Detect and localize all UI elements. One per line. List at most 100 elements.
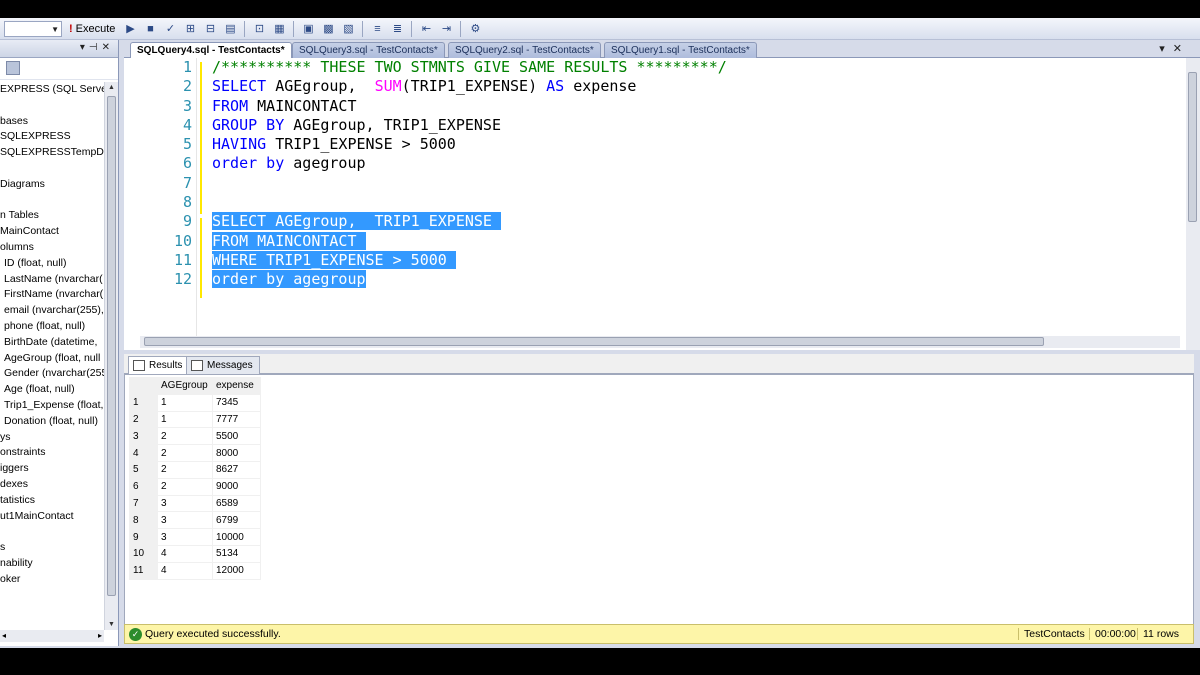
grid-cell[interactable]: 10000 <box>212 528 261 546</box>
grid-cell[interactable]: 8627 <box>212 460 261 479</box>
column-header-agegroup[interactable]: AGEgroup <box>157 377 213 395</box>
tab-strip-controls[interactable]: ▾✕ <box>1159 42 1190 55</box>
row-number-cell[interactable]: 10 <box>129 544 158 563</box>
tree-item[interactable]: Diagrams <box>0 177 104 193</box>
tree-item[interactable] <box>0 524 104 540</box>
grid-cell[interactable]: 1 <box>157 410 213 429</box>
tree-item[interactable] <box>0 193 104 209</box>
tree-item[interactable]: Gender (nvarchar(255 <box>0 366 104 382</box>
query-designer-icon[interactable]: ⊟ <box>202 21 218 37</box>
tree-item[interactable]: email (nvarchar(255), <box>0 303 104 319</box>
include-plan-icon[interactable]: ⊡ <box>251 21 267 37</box>
tree-item[interactable]: EXPRESS (SQL Server 1( <box>0 82 104 98</box>
results-to-grid-icon[interactable]: ▩ <box>320 21 336 37</box>
tree-item[interactable]: Donation (float, null) <box>0 414 104 430</box>
scroll-up-icon[interactable]: ▲ <box>108 84 115 91</box>
row-number-cell[interactable]: 9 <box>129 528 158 546</box>
tab-messages[interactable]: Messages <box>186 356 260 374</box>
grid-cell[interactable]: 3 <box>157 511 213 530</box>
display-plan-icon[interactable]: ⊞ <box>182 21 198 37</box>
tree-item[interactable]: ut1MainContact <box>0 509 104 525</box>
editor-vertical-scrollbar[interactable] <box>1186 58 1200 350</box>
uncomment-icon[interactable]: ≣ <box>389 21 405 37</box>
tab-sqlquery1[interactable]: SQLQuery1.sql - TestContacts* <box>604 42 757 58</box>
table-row[interactable]: 10 4 5134 <box>129 544 261 563</box>
scroll-thumb[interactable] <box>1188 72 1197 222</box>
table-row[interactable]: 3 2 5500 <box>129 427 261 446</box>
grid-cell[interactable]: 2 <box>157 477 213 496</box>
tree-item[interactable]: ID (float, null) <box>0 256 104 272</box>
code-line[interactable]: /********** THESE TWO STMNTS GIVE SAME R… <box>212 58 1172 77</box>
scroll-down-icon[interactable]: ▼ <box>108 621 115 628</box>
client-stats-icon[interactable]: ▦ <box>271 21 287 37</box>
tree-item[interactable]: phone (float, null) <box>0 319 104 335</box>
code-line[interactable]: FROM MAINCONTACT <box>212 97 1172 116</box>
tab-sqlquery4[interactable]: SQLQuery4.sql - TestContacts* <box>130 42 292 59</box>
column-header-expense[interactable]: expense <box>212 377 261 395</box>
tree-item[interactable]: n Tables <box>0 208 104 224</box>
grid-cell[interactable]: 9000 <box>212 477 261 496</box>
grid-cell[interactable]: 1 <box>157 393 213 412</box>
grid-cell[interactable]: 12000 <box>212 561 261 580</box>
query-editor[interactable]: 1 2 3 4 5 6 7 8 9 10 11 12 /********** THESE TWO ST… <box>124 58 1200 350</box>
explorer-horizontal-scrollbar[interactable]: ◂ ▸ <box>0 630 104 642</box>
grid-cell[interactable]: 5500 <box>212 427 261 446</box>
tab-sqlquery3[interactable]: SQLQuery3.sql - TestContacts* <box>292 42 445 58</box>
tree-item[interactable]: nability <box>0 556 104 572</box>
debug-icon[interactable]: ▶ <box>122 21 138 37</box>
tree-item[interactable]: dexes <box>0 477 104 493</box>
tree-item[interactable]: s <box>0 540 104 556</box>
grid-cell[interactable]: 7345 <box>212 393 261 412</box>
explorer-vertical-scrollbar[interactable]: ▲ ▼ <box>104 82 118 630</box>
results-to-text-icon[interactable]: ▣ <box>300 21 316 37</box>
tree-item[interactable]: Trip1_Expense (float, <box>0 398 104 414</box>
grid-cell[interactable]: 7777 <box>212 410 261 429</box>
tree-item[interactable] <box>0 98 104 114</box>
grid-cell[interactable]: 3 <box>157 528 213 546</box>
grid-cell[interactable]: 6589 <box>212 494 261 513</box>
editor-horizontal-scrollbar[interactable] <box>140 336 1180 348</box>
execute-button[interactable]: ! Execute <box>66 23 118 35</box>
table-row[interactable]: 11 4 12000 <box>129 561 261 580</box>
grid-cell[interactable]: 3 <box>157 494 213 513</box>
tree-item[interactable]: Age (float, null) <box>0 382 104 398</box>
stop-icon[interactable]: ■ <box>142 21 158 37</box>
row-number-cell[interactable]: 4 <box>129 444 158 462</box>
row-number-cell[interactable]: 11 <box>129 561 158 580</box>
connect-icon[interactable] <box>6 61 20 75</box>
row-number-cell[interactable]: 8 <box>129 511 158 530</box>
comment-icon[interactable]: ≡ <box>369 21 385 37</box>
tree-item[interactable]: oker <box>0 572 104 588</box>
tree-item[interactable]: BirthDate (datetime, <box>0 335 104 351</box>
code-line[interactable] <box>212 174 1172 193</box>
table-row[interactable]: 7 3 6589 <box>129 494 261 513</box>
specify-values-icon[interactable]: ⚙ <box>467 21 483 37</box>
increase-indent-icon[interactable]: ⇥ <box>438 21 454 37</box>
tree-item[interactable]: bases <box>0 114 104 130</box>
code-line[interactable]: WHERE TRIP1_EXPENSE > 5000 <box>212 250 1172 270</box>
tree-item[interactable] <box>0 161 104 177</box>
database-dropdown[interactable]: ▼ <box>4 20 62 37</box>
table-row[interactable]: 8 3 6799 <box>129 511 261 530</box>
tree-item[interactable]: tatistics <box>0 493 104 509</box>
code-line[interactable]: SELECT AGEgroup, SUM(TRIP1_EXPENSE) AS e… <box>212 77 1172 96</box>
row-number-cell[interactable]: 5 <box>129 460 158 479</box>
row-number-cell[interactable]: 3 <box>129 427 158 446</box>
grid-cell[interactable]: 2 <box>157 427 213 446</box>
grid-cell[interactable]: 4 <box>157 544 213 563</box>
explorer-window-controls[interactable]: ▾⊣✕ <box>80 42 114 53</box>
grid-cell[interactable]: 4 <box>157 561 213 580</box>
code-line[interactable]: GROUP BY AGEgroup, TRIP1_EXPENSE <box>212 116 1172 135</box>
tree-item[interactable]: olumns <box>0 240 104 256</box>
table-row[interactable]: 9 3 10000 <box>129 528 261 546</box>
grid-cell[interactable]: 6799 <box>212 511 261 530</box>
decrease-indent-icon[interactable]: ⇤ <box>418 21 434 37</box>
table-row[interactable]: 5 2 8627 <box>129 460 261 479</box>
results-grid[interactable]: AGEgroup expense 1 1 7345 2 1 7777 3 2 5500 4 2 800… <box>124 374 1194 638</box>
scroll-thumb[interactable] <box>107 96 116 596</box>
tree-item[interactable]: MainContact <box>0 224 104 240</box>
tree-item[interactable]: SQLEXPRESSTempDB <box>0 145 104 161</box>
parse-icon[interactable]: ✓ <box>162 21 178 37</box>
results-table[interactable]: AGEgroup expense 1 1 7345 2 1 7777 3 2 5500 4 2 800… <box>129 377 261 580</box>
code-area[interactable]: /********** THESE TWO STMNTS GIVE SAME R… <box>212 58 1172 290</box>
